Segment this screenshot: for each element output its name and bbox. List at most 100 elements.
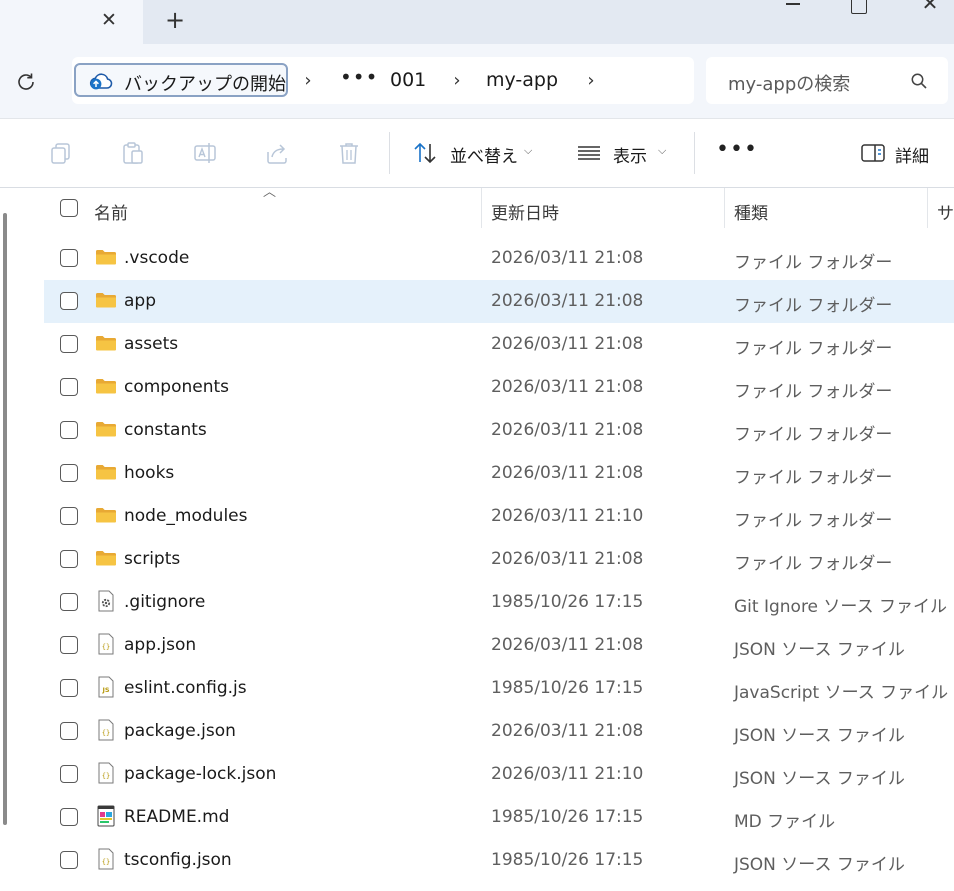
folder-icon xyxy=(95,289,117,311)
file-name[interactable]: README.md xyxy=(124,807,229,827)
column-header-date[interactable]: 更新日時 xyxy=(491,199,559,224)
file-row[interactable]: scripts 2026/03/11 21:08 ファイル フォルダー xyxy=(44,538,954,581)
file-name[interactable]: assets xyxy=(124,334,178,354)
refresh-icon[interactable] xyxy=(13,69,39,95)
search-box[interactable]: my-appの検索 xyxy=(706,57,948,104)
column-divider[interactable] xyxy=(724,188,725,228)
row-checkbox[interactable] xyxy=(60,378,78,396)
active-tab[interactable]: ✕ xyxy=(0,0,143,44)
row-checkbox[interactable] xyxy=(60,593,78,611)
json-file-icon: {} xyxy=(95,719,117,741)
row-checkbox[interactable] xyxy=(60,464,78,482)
column-header-row: ︿ 名前 更新日時 種類 サイズ xyxy=(0,185,954,230)
file-name[interactable]: package.json xyxy=(124,721,236,741)
column-header-name[interactable]: 名前 xyxy=(94,199,128,224)
search-icon[interactable] xyxy=(910,72,928,90)
sort-ascending-icon: ︿ xyxy=(263,185,277,200)
file-row[interactable]: {} package.json 2026/03/11 21:08 JSON ソース フ… xyxy=(44,710,954,753)
file-name[interactable]: hooks xyxy=(124,463,174,483)
file-type: ファイル フォルダー xyxy=(734,425,893,445)
file-row[interactable]: .vscode 2026/03/11 21:08 ファイル フォルダー xyxy=(44,237,954,280)
file-row[interactable]: {} tsconfig.json 1985/10/26 17:15 JSON ソース … xyxy=(44,839,954,882)
delete-icon[interactable] xyxy=(336,140,362,166)
more-options-icon[interactable]: ••• xyxy=(716,137,758,162)
svg-text:{}: {} xyxy=(102,729,110,737)
details-button[interactable]: 詳細 xyxy=(895,142,929,167)
tab-strip: ✕ + ✕ xyxy=(0,0,954,44)
file-row[interactable]: components 2026/03/11 21:08 ファイル フォルダー xyxy=(44,366,954,409)
file-row[interactable]: assets 2026/03/11 21:08 ファイル フォルダー xyxy=(44,323,954,366)
select-all-checkbox[interactable] xyxy=(60,199,78,217)
file-type: ファイル フォルダー xyxy=(734,554,893,574)
column-divider[interactable] xyxy=(927,188,928,228)
sort-button[interactable]: 並べ替え xyxy=(450,142,518,167)
more-breadcrumbs-icon[interactable]: ••• xyxy=(340,65,378,89)
file-row[interactable]: hooks 2026/03/11 21:08 ファイル フォルダー xyxy=(44,452,954,495)
row-checkbox[interactable] xyxy=(60,550,78,568)
share-icon[interactable] xyxy=(264,140,290,166)
row-checkbox[interactable] xyxy=(60,636,78,654)
rename-icon[interactable] xyxy=(192,140,218,166)
file-modified-date: 2026/03/11 21:08 xyxy=(491,420,644,440)
file-row[interactable]: {} app.json 2026/03/11 21:08 JSON ソース ファイル xyxy=(44,624,954,667)
file-row[interactable]: {} package-lock.json 2026/03/11 21:10 JSON … xyxy=(44,753,954,796)
details-pane-icon[interactable] xyxy=(860,140,886,166)
copy-icon[interactable] xyxy=(48,140,74,166)
file-modified-date: 1985/10/26 17:15 xyxy=(491,592,644,612)
minimize-button[interactable] xyxy=(780,0,808,10)
row-checkbox[interactable] xyxy=(60,292,78,310)
row-checkbox[interactable] xyxy=(60,507,78,525)
file-name[interactable]: tsconfig.json xyxy=(124,850,232,870)
file-name[interactable]: .gitignore xyxy=(124,592,205,612)
row-checkbox[interactable] xyxy=(60,679,78,697)
view-icon[interactable] xyxy=(576,140,602,166)
file-row[interactable]: node_modules 2026/03/11 21:10 ファイル フォルダー xyxy=(44,495,954,538)
file-name[interactable]: package-lock.json xyxy=(124,764,276,784)
row-checkbox[interactable] xyxy=(60,335,78,353)
file-name[interactable]: eslint.config.js xyxy=(124,678,247,698)
file-type: ファイル フォルダー xyxy=(734,468,893,488)
file-row[interactable]: constants 2026/03/11 21:08 ファイル フォルダー xyxy=(44,409,954,452)
chevron-down-icon[interactable]: ⌵ xyxy=(658,144,666,158)
file-row[interactable]: app 2026/03/11 21:08 ファイル フォルダー xyxy=(44,280,954,323)
vertical-scrollbar[interactable] xyxy=(3,213,7,825)
row-checkbox[interactable] xyxy=(60,851,78,869)
file-name[interactable]: node_modules xyxy=(124,506,248,526)
address-bar[interactable]: バックアップの開始 › ••• › 001 my-app › xyxy=(72,57,694,104)
chevron-down-icon[interactable]: ⌵ xyxy=(524,144,532,158)
file-row[interactable]: .gitignore 1985/10/26 17:15 Git Ignore ソース… xyxy=(44,581,954,624)
row-checkbox[interactable] xyxy=(60,722,78,740)
close-tab-icon[interactable]: ✕ xyxy=(96,7,122,33)
file-row[interactable]: README.md 1985/10/26 17:15 MD ファイル xyxy=(44,796,954,839)
file-type: ファイル フォルダー xyxy=(734,253,893,273)
file-name[interactable]: app xyxy=(124,291,156,311)
row-checkbox[interactable] xyxy=(60,249,78,267)
column-header-size[interactable]: サイズ xyxy=(937,199,954,224)
chevron-right-icon[interactable]: › xyxy=(300,71,316,91)
close-window-button[interactable]: ✕ xyxy=(917,0,943,16)
row-checkbox[interactable] xyxy=(60,421,78,439)
file-modified-date: 2026/03/11 21:10 xyxy=(491,764,644,784)
file-name[interactable]: constants xyxy=(124,420,207,440)
maximize-button[interactable] xyxy=(851,0,867,14)
breadcrumb-item[interactable]: my-app xyxy=(486,69,558,91)
column-header-type[interactable]: 種類 xyxy=(734,199,768,224)
file-name[interactable]: components xyxy=(124,377,229,397)
breadcrumb-root[interactable]: バックアップの開始 xyxy=(74,63,288,97)
file-name[interactable]: .vscode xyxy=(124,248,189,268)
file-modified-date: 1985/10/26 17:15 xyxy=(491,850,644,870)
column-divider[interactable] xyxy=(481,188,482,228)
row-checkbox[interactable] xyxy=(60,765,78,783)
chevron-right-icon[interactable]: › xyxy=(449,71,465,91)
file-name[interactable]: scripts xyxy=(124,549,180,569)
breadcrumb-item[interactable]: 001 xyxy=(390,69,426,91)
chevron-right-icon[interactable]: › xyxy=(583,71,599,91)
row-checkbox[interactable] xyxy=(60,808,78,826)
file-name[interactable]: app.json xyxy=(124,635,196,655)
sort-icon[interactable] xyxy=(412,140,438,166)
file-row[interactable]: JS eslint.config.js 1985/10/26 17:15 JavaSc… xyxy=(44,667,954,710)
new-tab-button[interactable]: + xyxy=(162,6,188,34)
file-type: Git Ignore ソース ファイル xyxy=(734,597,947,617)
view-button[interactable]: 表示 xyxy=(613,142,647,167)
paste-icon[interactable] xyxy=(120,140,146,166)
